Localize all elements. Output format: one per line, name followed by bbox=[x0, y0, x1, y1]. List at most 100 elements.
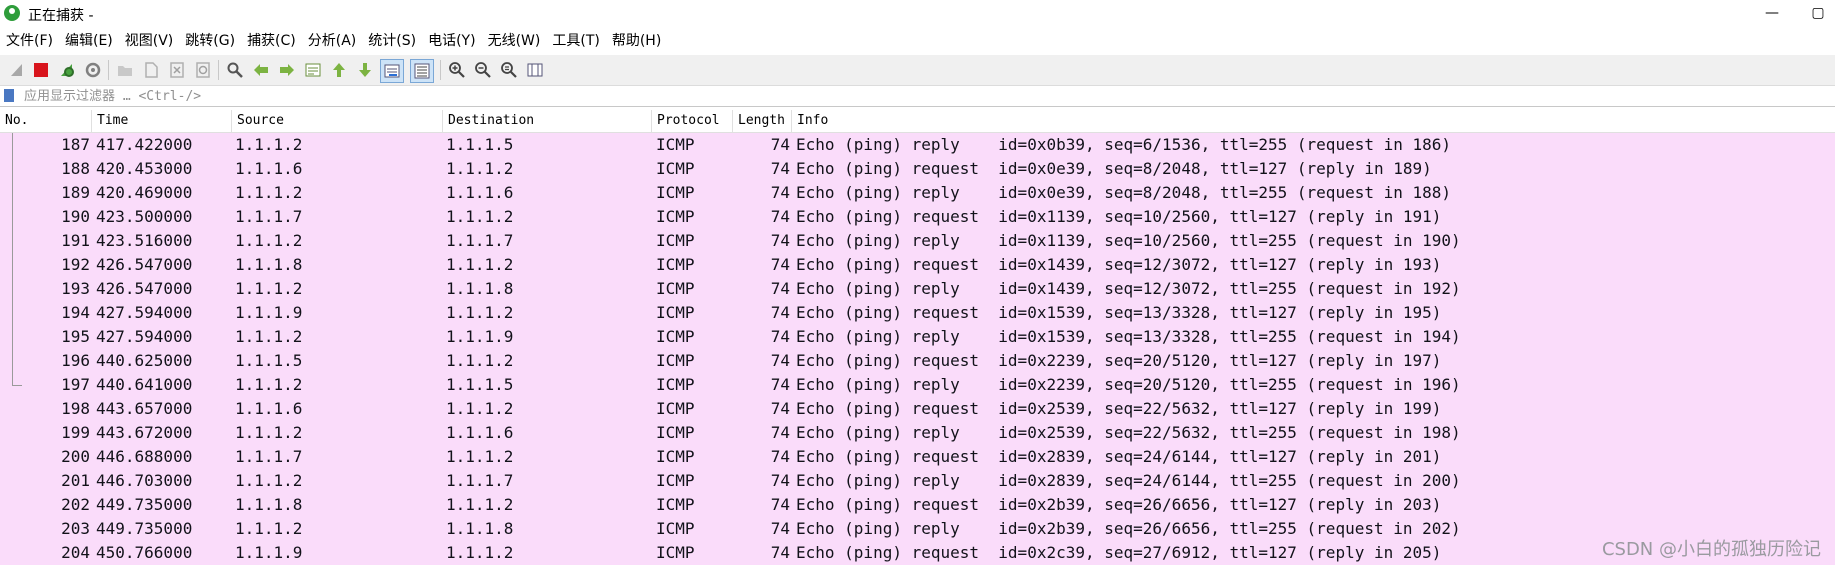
table-row[interactable]: 192 426.547000 1.1.1.8 1.1.1.2 ICMP 74 Echo (p… bbox=[0, 253, 1835, 277]
packet-destination: 1.1.1.2 bbox=[446, 495, 514, 514]
column-header-source[interactable]: Source bbox=[232, 110, 443, 132]
packet-info: Echo (ping) request id=0x1139, seq=10/25… bbox=[796, 207, 1442, 226]
packet-source: 1.1.1.5 bbox=[235, 351, 303, 370]
packet-destination: 1.1.1.2 bbox=[446, 303, 514, 322]
table-row[interactable]: 195 427.594000 1.1.1.2 1.1.1.9 ICMP 74 Echo (p… bbox=[0, 325, 1835, 349]
table-row[interactable]: 193 426.547000 1.1.1.2 1.1.1.8 ICMP 74 Echo (p… bbox=[0, 277, 1835, 301]
restart-icon[interactable] bbox=[56, 59, 78, 81]
menu-wireless[interactable]: 无线(W) bbox=[482, 29, 547, 53]
packet-no: 202 bbox=[61, 495, 90, 514]
reload-icon[interactable] bbox=[192, 59, 214, 81]
packet-protocol: ICMP bbox=[656, 327, 695, 346]
packet-info: Echo (ping) request id=0x2b39, seq=26/66… bbox=[796, 495, 1442, 514]
open-folder-icon[interactable] bbox=[114, 59, 136, 81]
table-row[interactable]: 204 450.766000 1.1.1.9 1.1.1.2 ICMP 74 Echo (p… bbox=[0, 541, 1835, 565]
menu-view[interactable]: 视图(V) bbox=[119, 29, 180, 53]
table-row[interactable]: 198 443.657000 1.1.1.6 1.1.1.2 ICMP 74 Echo (p… bbox=[0, 397, 1835, 421]
resize-columns-icon[interactable] bbox=[524, 59, 546, 81]
packet-destination: 1.1.1.2 bbox=[446, 447, 514, 466]
table-row[interactable]: 188 420.453000 1.1.1.6 1.1.1.2 ICMP 74 Echo (p… bbox=[0, 157, 1835, 181]
packet-source: 1.1.1.2 bbox=[235, 519, 303, 538]
maximize-icon[interactable]: ▢ bbox=[1801, 2, 1835, 24]
column-header-destination[interactable]: Destination bbox=[443, 110, 652, 132]
table-row[interactable]: 187 417.422000 1.1.1.2 1.1.1.5 ICMP 74 Echo (p… bbox=[0, 133, 1835, 157]
options-gear-icon[interactable] bbox=[82, 59, 104, 81]
go-first-icon[interactable] bbox=[328, 59, 350, 81]
packet-length: 74 bbox=[770, 231, 790, 250]
menu-edit[interactable]: 编辑(E) bbox=[59, 29, 119, 53]
packet-protocol: ICMP bbox=[656, 279, 695, 298]
table-row[interactable]: 194 427.594000 1.1.1.9 1.1.1.2 ICMP 74 Echo (p… bbox=[0, 301, 1835, 325]
menu-capture[interactable]: 捕获(C) bbox=[241, 29, 302, 53]
column-header-info[interactable]: Info bbox=[792, 110, 1835, 132]
packet-no: 197 bbox=[61, 375, 90, 394]
menu-tools[interactable]: 工具(T) bbox=[546, 29, 605, 53]
table-row[interactable]: 200 446.688000 1.1.1.7 1.1.1.2 ICMP 74 Echo (p… bbox=[0, 445, 1835, 469]
packet-list-header: No. Time Source Destination Protocol Len… bbox=[0, 110, 1835, 133]
packet-time: 423.516000 bbox=[96, 231, 193, 250]
minimize-icon[interactable]: — bbox=[1755, 2, 1789, 24]
table-row[interactable]: 189 420.469000 1.1.1.2 1.1.1.6 ICMP 74 Echo (p… bbox=[0, 181, 1835, 205]
packet-protocol: ICMP bbox=[656, 207, 695, 226]
autoscroll-icon[interactable] bbox=[380, 59, 404, 83]
packet-protocol: ICMP bbox=[656, 399, 695, 418]
menu-telephony[interactable]: 电话(Y) bbox=[422, 29, 481, 53]
table-row[interactable]: 197 440.641000 1.1.1.2 1.1.1.5 ICMP 74 Echo (p… bbox=[0, 373, 1835, 397]
menu-help[interactable]: 帮助(H) bbox=[606, 29, 667, 53]
packet-time: 440.625000 bbox=[96, 351, 193, 370]
menu-analyze[interactable]: 分析(A) bbox=[302, 29, 363, 53]
column-header-time[interactable]: Time bbox=[92, 110, 232, 132]
go-last-icon[interactable] bbox=[354, 59, 376, 81]
column-header-no[interactable]: No. bbox=[0, 110, 92, 132]
packet-info: Echo (ping) reply id=0x0b39, seq=6/1536,… bbox=[796, 135, 1452, 154]
stop-icon[interactable] bbox=[30, 59, 52, 81]
packet-no: 200 bbox=[61, 447, 90, 466]
zoom-out-icon[interactable] bbox=[472, 59, 494, 81]
packet-no: 195 bbox=[61, 327, 90, 346]
packet-source: 1.1.1.7 bbox=[235, 447, 303, 466]
column-header-length[interactable]: Length bbox=[733, 110, 792, 132]
menu-file[interactable]: 文件(F) bbox=[0, 29, 59, 53]
table-row[interactable]: 191 423.516000 1.1.1.2 1.1.1.7 ICMP 74 Echo (p… bbox=[0, 229, 1835, 253]
bookmark-icon[interactable] bbox=[4, 89, 14, 102]
packet-protocol: ICMP bbox=[656, 231, 695, 250]
packet-info: Echo (ping) reply id=0x2239, seq=20/5120… bbox=[796, 375, 1461, 394]
packet-destination: 1.1.1.2 bbox=[446, 159, 514, 178]
packet-source: 1.1.1.9 bbox=[235, 303, 303, 322]
zoom-normal-icon[interactable] bbox=[498, 59, 520, 81]
shark-fin-start-icon[interactable] bbox=[6, 59, 28, 81]
display-filter-input[interactable] bbox=[20, 86, 1835, 106]
packet-protocol: ICMP bbox=[656, 351, 695, 370]
table-row[interactable]: 196 440.625000 1.1.1.5 1.1.1.2 ICMP 74 Echo (p… bbox=[0, 349, 1835, 373]
table-row[interactable]: 202 449.735000 1.1.1.8 1.1.1.2 ICMP 74 Echo (p… bbox=[0, 493, 1835, 517]
menu-statistics[interactable]: 统计(S) bbox=[362, 29, 422, 53]
table-row[interactable]: 203 449.735000 1.1.1.2 1.1.1.8 ICMP 74 Echo (p… bbox=[0, 517, 1835, 541]
packet-no: 204 bbox=[61, 543, 90, 562]
packet-protocol: ICMP bbox=[656, 543, 695, 562]
table-row[interactable]: 199 443.672000 1.1.1.2 1.1.1.6 ICMP 74 Echo (p… bbox=[0, 421, 1835, 445]
zoom-in-icon[interactable] bbox=[446, 59, 468, 81]
packet-info: Echo (ping) reply id=0x1539, seq=13/3328… bbox=[796, 327, 1461, 346]
display-filter-bar bbox=[0, 86, 1835, 107]
find-icon[interactable] bbox=[224, 59, 246, 81]
packet-time: 449.735000 bbox=[96, 519, 193, 538]
close-file-icon[interactable] bbox=[166, 59, 188, 81]
packet-destination: 1.1.1.6 bbox=[446, 183, 514, 202]
column-header-protocol[interactable]: Protocol bbox=[652, 110, 733, 132]
table-row[interactable]: 190 423.500000 1.1.1.7 1.1.1.2 ICMP 74 Echo (p… bbox=[0, 205, 1835, 229]
go-to-packet-icon[interactable] bbox=[302, 59, 324, 81]
packet-no: 190 bbox=[61, 207, 90, 226]
title-bar: 正在捕获 - — ▢ bbox=[0, 0, 1835, 28]
go-back-icon[interactable] bbox=[250, 59, 272, 81]
packet-destination: 1.1.1.2 bbox=[446, 399, 514, 418]
save-file-icon[interactable] bbox=[140, 59, 162, 81]
table-row[interactable]: 201 446.703000 1.1.1.2 1.1.1.7 ICMP 74 Echo (p… bbox=[0, 469, 1835, 493]
packet-info: Echo (ping) reply id=0x2839, seq=24/6144… bbox=[796, 471, 1461, 490]
packet-destination: 1.1.1.5 bbox=[446, 375, 514, 394]
packet-time: 443.672000 bbox=[96, 423, 193, 442]
packet-time: 443.657000 bbox=[96, 399, 193, 418]
go-forward-icon[interactable] bbox=[276, 59, 298, 81]
menu-go[interactable]: 跳转(G) bbox=[179, 29, 241, 53]
colorize-icon[interactable] bbox=[410, 59, 434, 83]
packet-info: Echo (ping) request id=0x2c39, seq=27/69… bbox=[796, 543, 1442, 562]
